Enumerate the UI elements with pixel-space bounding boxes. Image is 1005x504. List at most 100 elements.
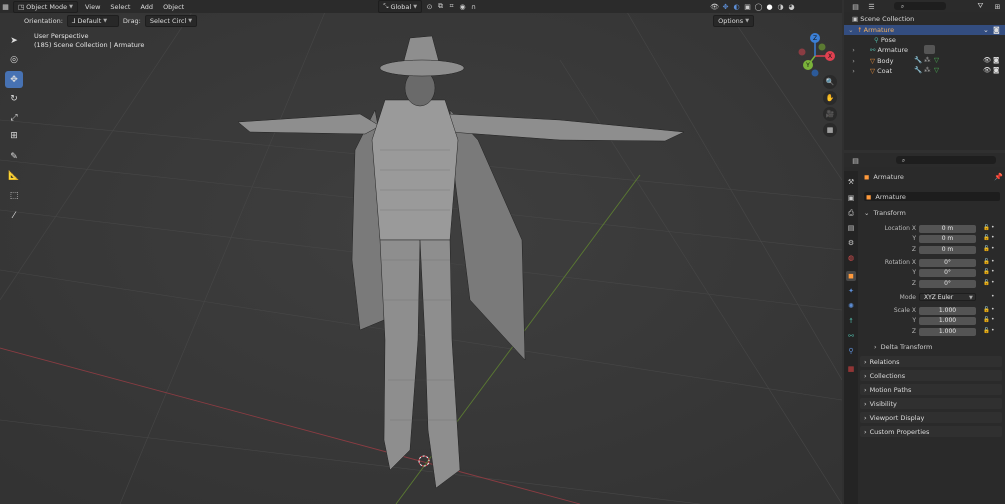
menu-add[interactable]: Add [135, 3, 158, 11]
tab-modifiers[interactable]: ✦ [846, 286, 856, 296]
tab-output[interactable]: ⎙ [846, 208, 856, 218]
new-collection-icon[interactable]: ⊞ [992, 1, 1003, 12]
relations-section[interactable]: › Relations [860, 356, 1002, 367]
tab-world[interactable]: ◍ [846, 253, 856, 263]
transform-orientation-dropdown[interactable]: ⤡ Global ▼ [378, 0, 423, 13]
keyframe-dot-icon[interactable]: • [991, 245, 995, 252]
outliner-item-armature-data[interactable]: › ⚯ Armature [844, 45, 1005, 55]
pin-icon[interactable]: 📌 [994, 173, 1003, 181]
keyframe-dot-icon[interactable]: • [991, 306, 995, 313]
keyframe-dot-icon[interactable]: • [991, 293, 995, 300]
move-tool[interactable]: ✥ [5, 71, 23, 88]
overlay-icon[interactable]: ◐ [731, 1, 742, 12]
tab-scene[interactable]: ⚙ [846, 238, 856, 248]
outliner-item-pose[interactable]: ⚲ Pose [844, 35, 1005, 45]
tab-view-layer[interactable]: ▤ [846, 223, 856, 233]
custom-properties-section[interactable]: › Custom Properties [860, 426, 1002, 437]
rotation-mode-dropdown[interactable]: XYZ Euler ▼ [919, 293, 976, 301]
scale-tool[interactable]: ⤢ [5, 109, 23, 126]
visibility-eye-icon[interactable]: 👁 [983, 56, 991, 64]
scale-z-field[interactable]: 1.000 [919, 328, 976, 336]
pivot-icon[interactable]: ⊙ [424, 1, 435, 12]
filter-icon[interactable]: ⛛ [975, 1, 986, 12]
collections-section[interactable]: › Collections [860, 370, 1002, 381]
tab-texture[interactable]: ▦ [846, 364, 856, 374]
snap-target-icon[interactable]: ⌗ [446, 1, 457, 12]
measure-tool[interactable]: 📐 [5, 167, 23, 184]
keyframe-dot-icon[interactable]: • [991, 279, 995, 286]
tab-particles[interactable]: ✺ [846, 301, 856, 311]
xray-icon[interactable]: ▣ [742, 1, 753, 12]
properties-search-input[interactable] [896, 156, 996, 164]
outliner-item-armature[interactable]: ⌄ ☨ Armature ⌄ ◙ [844, 25, 1005, 35]
rotation-x-field[interactable]: 0° [919, 259, 976, 267]
camera-view-button[interactable]: 🎥 [823, 107, 837, 121]
keyframe-dot-icon[interactable]: • [991, 327, 995, 334]
tab-constraints[interactable]: ⚯ [846, 331, 856, 341]
visibility-eye-icon[interactable]: ⌄ [983, 26, 989, 34]
lock-icon[interactable]: 🔓 [983, 269, 990, 275]
lock-icon[interactable]: 🔓 [983, 307, 990, 313]
pan-button[interactable]: ✋ [823, 91, 837, 105]
lock-icon[interactable]: 🔓 [983, 328, 990, 334]
visibility-section[interactable]: › Visibility [860, 398, 1002, 409]
falloff-icon[interactable]: ∩ [468, 1, 479, 12]
lock-icon[interactable]: 🔓 [983, 225, 990, 231]
keyframe-dot-icon[interactable]: • [991, 224, 995, 231]
lock-icon[interactable]: 🔓 [983, 280, 990, 286]
location-y-field[interactable]: 0 m [919, 235, 976, 243]
shading-material-icon[interactable]: ◑ [775, 1, 786, 12]
outliner-item-coat[interactable]: › ▽ Coat 🔧 ⁂ ▽ 👁 ◙ [844, 66, 1005, 76]
keyframe-dot-icon[interactable]: • [991, 234, 995, 241]
location-x-field[interactable]: 0 m [919, 225, 976, 233]
shading-rendered-icon[interactable]: ◕ [786, 1, 797, 12]
editor-type-icon[interactable]: ▦ [0, 1, 11, 12]
keyframe-dot-icon[interactable]: • [991, 316, 995, 323]
location-z-field[interactable]: 0 m [919, 246, 976, 254]
lock-icon[interactable]: 🔓 [983, 259, 990, 265]
outliner-item-scene-collection[interactable]: ▣ Scene Collection [844, 14, 1005, 24]
transform-tool[interactable]: ⊞ [5, 127, 23, 144]
add-cube-tool[interactable]: ⬚ [5, 187, 23, 204]
render-camera-icon[interactable]: ◙ [993, 26, 1000, 34]
expand-arrow-icon[interactable]: › [844, 67, 870, 75]
cursor-tool[interactable]: ◎ [5, 51, 23, 68]
edit-brush-tool[interactable]: ⁄ [5, 207, 23, 224]
shading-solid-icon[interactable]: ● [764, 1, 775, 12]
ortho-toggle-button[interactable]: ▦ [823, 123, 837, 137]
tweak-tool[interactable]: ➤ [5, 32, 23, 49]
scale-x-field[interactable]: 1.000 [919, 307, 976, 315]
tab-render[interactable]: ▣ [846, 193, 856, 203]
transform-panel-header[interactable]: ⌄ Transform [864, 209, 906, 217]
tab-tool[interactable]: ⚒ [846, 177, 856, 187]
outliner-item-body[interactable]: › ▽ Body 🔧 ⁂ ▽ 👁 ◙ [844, 56, 1005, 66]
tab-object[interactable]: ◼ [846, 271, 856, 281]
editor-type-icon[interactable]: ▤ [850, 1, 861, 12]
tab-physics[interactable]: ☨ [846, 316, 856, 326]
scale-y-field[interactable]: 1.000 [919, 317, 976, 325]
expand-arrow-icon[interactable]: › [844, 57, 870, 65]
tab-data[interactable]: ⚲ [846, 346, 856, 356]
viewport-display-section[interactable]: › Viewport Display [860, 412, 1002, 423]
annotate-tool[interactable]: ✎ [5, 148, 23, 165]
options-dropdown[interactable]: Options ▼ [713, 14, 755, 27]
rotate-tool[interactable]: ↻ [5, 90, 23, 107]
motion-paths-section[interactable]: › Motion Paths [860, 384, 1002, 395]
lock-icon[interactable]: 🔓 [983, 317, 990, 323]
editor-type-icon[interactable]: ▤ [850, 155, 861, 166]
orientation-dropdown[interactable]: ⅃ Default ▼ [66, 14, 119, 27]
menu-select[interactable]: Select [105, 3, 135, 11]
3d-viewport[interactable]: ▦ ◳ Object Mode ▼ View Select Add Object … [0, 0, 842, 504]
shading-wireframe-icon[interactable]: ◯ [753, 1, 764, 12]
object-name-field[interactable]: ◼ Armature [864, 192, 1000, 201]
proportional-edit-icon[interactable]: ◉ [457, 1, 468, 12]
snap-icon[interactable]: ⧉ [435, 1, 446, 12]
expand-arrow-icon[interactable]: ⌄ [844, 26, 858, 34]
lock-icon[interactable]: 🔓 [983, 246, 990, 252]
menu-object[interactable]: Object [158, 3, 189, 11]
navigation-gizmo[interactable]: X Y Z [793, 30, 841, 78]
lock-icon[interactable]: 🔓 [983, 235, 990, 241]
keyframe-dot-icon[interactable]: • [991, 268, 995, 275]
drag-dropdown[interactable]: Select Circl ▼ [144, 14, 198, 27]
zoom-button[interactable]: 🔍 [823, 75, 837, 89]
